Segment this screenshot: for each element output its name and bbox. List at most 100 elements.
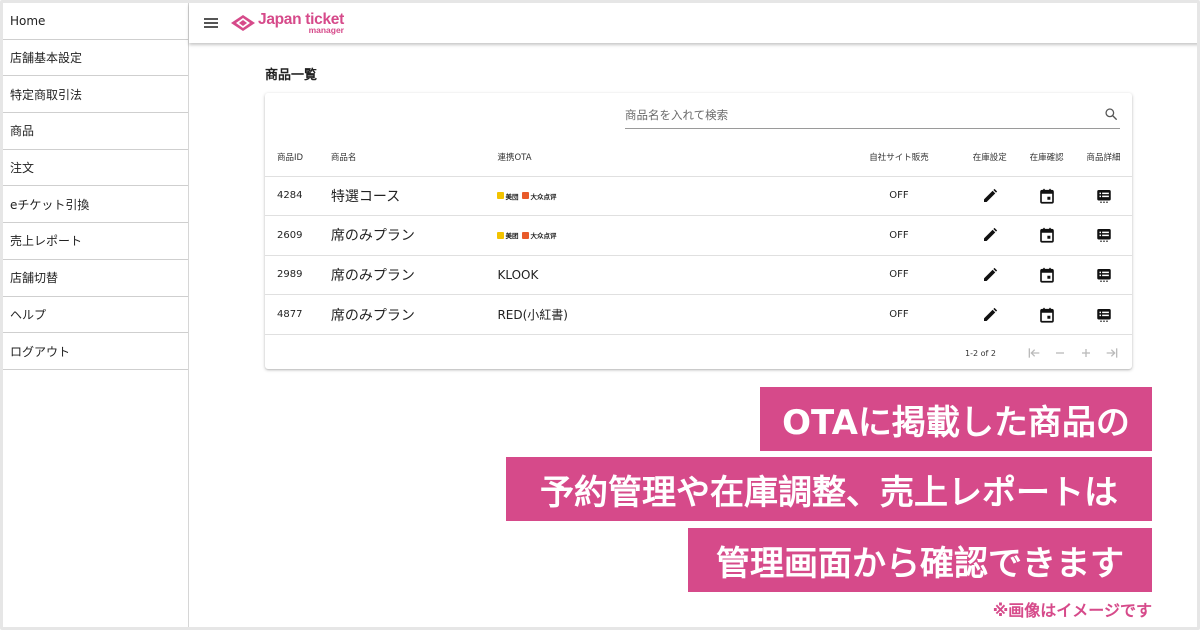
sidebar-item-help[interactable]: ヘルプ [3, 297, 188, 334]
image-note: ※画像はイメージです [992, 601, 1152, 620]
promo-banner-line-2: 予約管理や在庫調整、売上レポートは [506, 457, 1152, 521]
sidebar-item-switch-store[interactable]: 店舗切替 [3, 260, 188, 297]
calendar-icon[interactable] [1038, 187, 1056, 205]
ota-logo-text: 美団 [505, 192, 519, 201]
promo-banner-line-1: OTAに掲載した商品の [760, 387, 1152, 451]
sidebar-item-label: 商品 [10, 124, 35, 139]
next-page-icon[interactable] [1078, 345, 1094, 361]
pagination-range: 1-2 of 2 [965, 348, 996, 358]
cell-stock-setting [961, 294, 1019, 335]
table-row[interactable]: 4284 特選コース 美団 大众点评 OFF [265, 176, 1132, 217]
cell-ota: KLOOK [497, 255, 837, 296]
detail-icon[interactable] [1095, 266, 1113, 284]
cell-stock-check [1018, 255, 1076, 296]
ota-logo-group: 美団 大众点评 [497, 191, 836, 201]
sidebar-item-logout[interactable]: ログアウト [3, 333, 188, 370]
cell-stock-check [1018, 176, 1076, 217]
sidebar-item-label: ヘルプ [10, 307, 47, 322]
table-header-row: 商品ID 商品名 連携OTA 自社サイト販売 在庫設定 在庫確認 商品詳細 [265, 139, 1132, 177]
search-input[interactable] [625, 103, 1095, 127]
app-window: Home 店舗基本設定 特定商取引法 商品 注文 eチケット引換 売上レポート … [0, 0, 1200, 630]
cell-own-sales: OFF [836, 255, 962, 296]
cell-ota: 美团 大众点评 [497, 215, 837, 256]
sidebar-item-label: 特定商取引法 [10, 87, 83, 102]
sidebar-item-products[interactable]: 商品 [3, 113, 188, 150]
edit-icon[interactable] [981, 266, 999, 284]
cell-ota: 美団 大众点评 [497, 176, 837, 217]
cell-stock-setting [961, 255, 1019, 296]
cell-product-name: 席のみプラン [330, 255, 498, 296]
search-icon[interactable] [1104, 107, 1118, 121]
cell-product-name: 席のみプラン [330, 215, 498, 256]
sidebar-item-label: Home [10, 13, 46, 28]
ota-logo-text: 美团 [505, 232, 519, 241]
sidebar: Home 店舗基本設定 特定商取引法 商品 注文 eチケット引換 売上レポート … [3, 3, 189, 627]
column-header-stock-check: 在庫確認 [1018, 139, 1076, 177]
cell-product-id: 4877 [265, 294, 331, 335]
table-row[interactable]: 2989 席のみプラン KLOOK OFF [265, 255, 1132, 296]
promo-banner-line-3: 管理画面から確認できます [688, 528, 1152, 592]
ota-logo-text: 大众点评 [530, 192, 557, 201]
column-header-stock-setting: 在庫設定 [961, 139, 1019, 177]
product-list-card: 商品ID 商品名 連携OTA 自社サイト販売 在庫設定 在庫確認 商品詳細 42… [265, 93, 1132, 369]
table-row[interactable]: 2609 席のみプラン 美团 大众点评 OFF [265, 215, 1132, 256]
sidebar-item-home[interactable]: Home [3, 3, 188, 40]
ota-logo: 大众点评 [522, 230, 556, 240]
sidebar-item-sales-report[interactable]: 売上レポート [3, 223, 188, 260]
cell-own-sales: OFF [836, 215, 962, 256]
cell-product-id: 4284 [265, 176, 331, 217]
ota-name: RED(小紅書) [497, 308, 568, 323]
cell-own-sales: OFF [836, 176, 962, 217]
first-page-icon[interactable] [1026, 345, 1042, 361]
cell-own-sales: OFF [836, 294, 962, 335]
column-header-name: 商品名 [330, 139, 498, 177]
cell-ota: RED(小紅書) [497, 294, 837, 335]
logo-mark-icon [231, 15, 255, 31]
cell-stock-setting [961, 176, 1019, 217]
logo[interactable]: Japan ticket manager [231, 8, 344, 38]
cell-product-id: 2609 [265, 215, 331, 256]
menu-icon[interactable] [204, 18, 218, 28]
prev-page-icon[interactable] [1052, 345, 1068, 361]
ota-name: KLOOK [497, 267, 539, 282]
calendar-icon[interactable] [1038, 226, 1056, 244]
sidebar-item-orders[interactable]: 注文 [3, 150, 188, 187]
sidebar-item-label: ログアウト [10, 344, 71, 359]
sidebar-item-label: 注文 [10, 161, 35, 176]
cell-stock-setting [961, 215, 1019, 256]
ota-logo: 大众点评 [522, 191, 556, 201]
detail-icon[interactable] [1095, 306, 1113, 324]
last-page-icon[interactable] [1104, 345, 1120, 361]
ota-logo: 美团 [497, 230, 518, 240]
ota-logo: 美団 [497, 191, 518, 201]
sidebar-item-label: 店舗基本設定 [10, 51, 83, 66]
edit-icon[interactable] [981, 306, 999, 324]
edit-icon[interactable] [981, 187, 999, 205]
page-title: 商品一覧 [265, 68, 318, 83]
column-header-own-sales: 自社サイト販売 [836, 139, 962, 177]
cell-product-name: 特選コース [330, 176, 498, 217]
column-header-ota: 連携OTA [497, 139, 837, 177]
sidebar-item-eticket[interactable]: eチケット引換 [3, 186, 188, 224]
edit-icon[interactable] [981, 226, 999, 244]
ota-logo-text: 大众点评 [530, 232, 557, 241]
table-row[interactable]: 4877 席のみプラン RED(小紅書) OFF [265, 294, 1132, 335]
calendar-icon[interactable] [1038, 306, 1056, 324]
detail-icon[interactable] [1095, 226, 1113, 244]
column-header-id: 商品ID [265, 139, 331, 177]
cell-detail [1075, 215, 1132, 256]
pagination: 1-2 of 2 [965, 343, 1120, 363]
sidebar-item-commerce-law[interactable]: 特定商取引法 [3, 76, 188, 114]
search-bar [625, 103, 1120, 129]
calendar-icon[interactable] [1038, 266, 1056, 284]
cell-stock-check [1018, 215, 1076, 256]
detail-icon[interactable] [1095, 187, 1113, 205]
cell-product-id: 2989 [265, 255, 331, 296]
sidebar-item-label: 店舗切替 [10, 271, 59, 286]
cell-detail [1075, 294, 1132, 335]
cell-detail [1075, 176, 1132, 217]
sidebar-item-store-settings[interactable]: 店舗基本設定 [3, 40, 188, 77]
column-header-detail: 商品詳細 [1075, 139, 1132, 177]
cell-product-name: 席のみプラン [330, 294, 498, 335]
sidebar-item-label: 売上レポート [10, 234, 83, 249]
